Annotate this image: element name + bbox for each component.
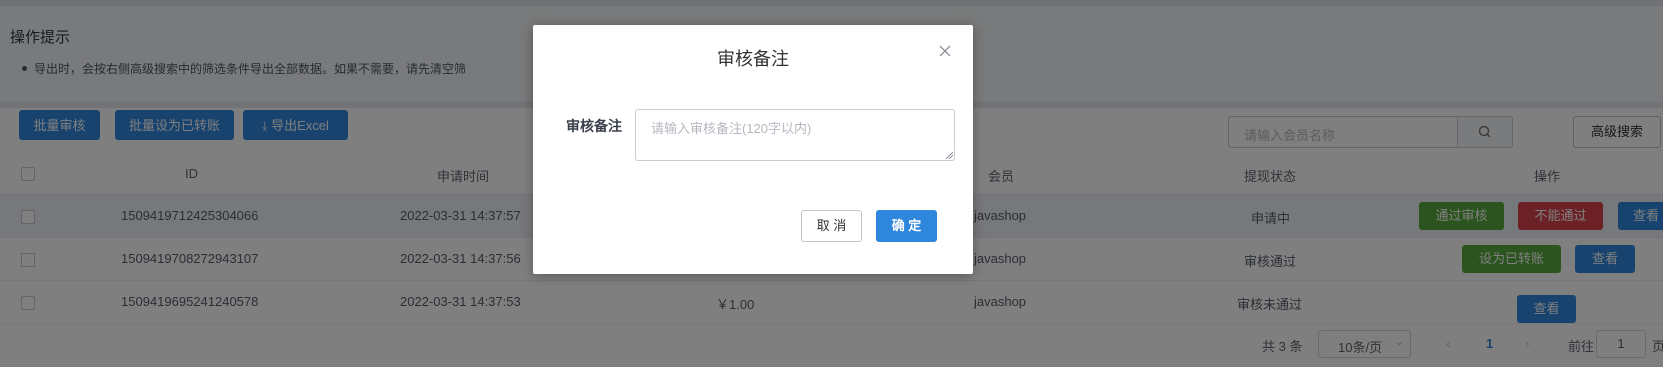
note-textarea[interactable]: 请输入审核备注(120字以内) [635, 109, 955, 161]
note-field-label: 审核备注 [566, 118, 622, 134]
cancel-button[interactable]: 取 消 [801, 210, 862, 242]
dialog-title: 审核备注 [717, 49, 789, 69]
confirm-button[interactable]: 确 定 [876, 210, 937, 242]
close-icon[interactable] [937, 43, 953, 59]
note-placeholder: 请输入审核备注(120字以内) [651, 121, 812, 136]
resize-grip-icon[interactable] [945, 151, 953, 159]
review-note-dialog: 审核备注 审核备注 请输入审核备注(120字以内) 取 消 确 定 [533, 25, 973, 274]
